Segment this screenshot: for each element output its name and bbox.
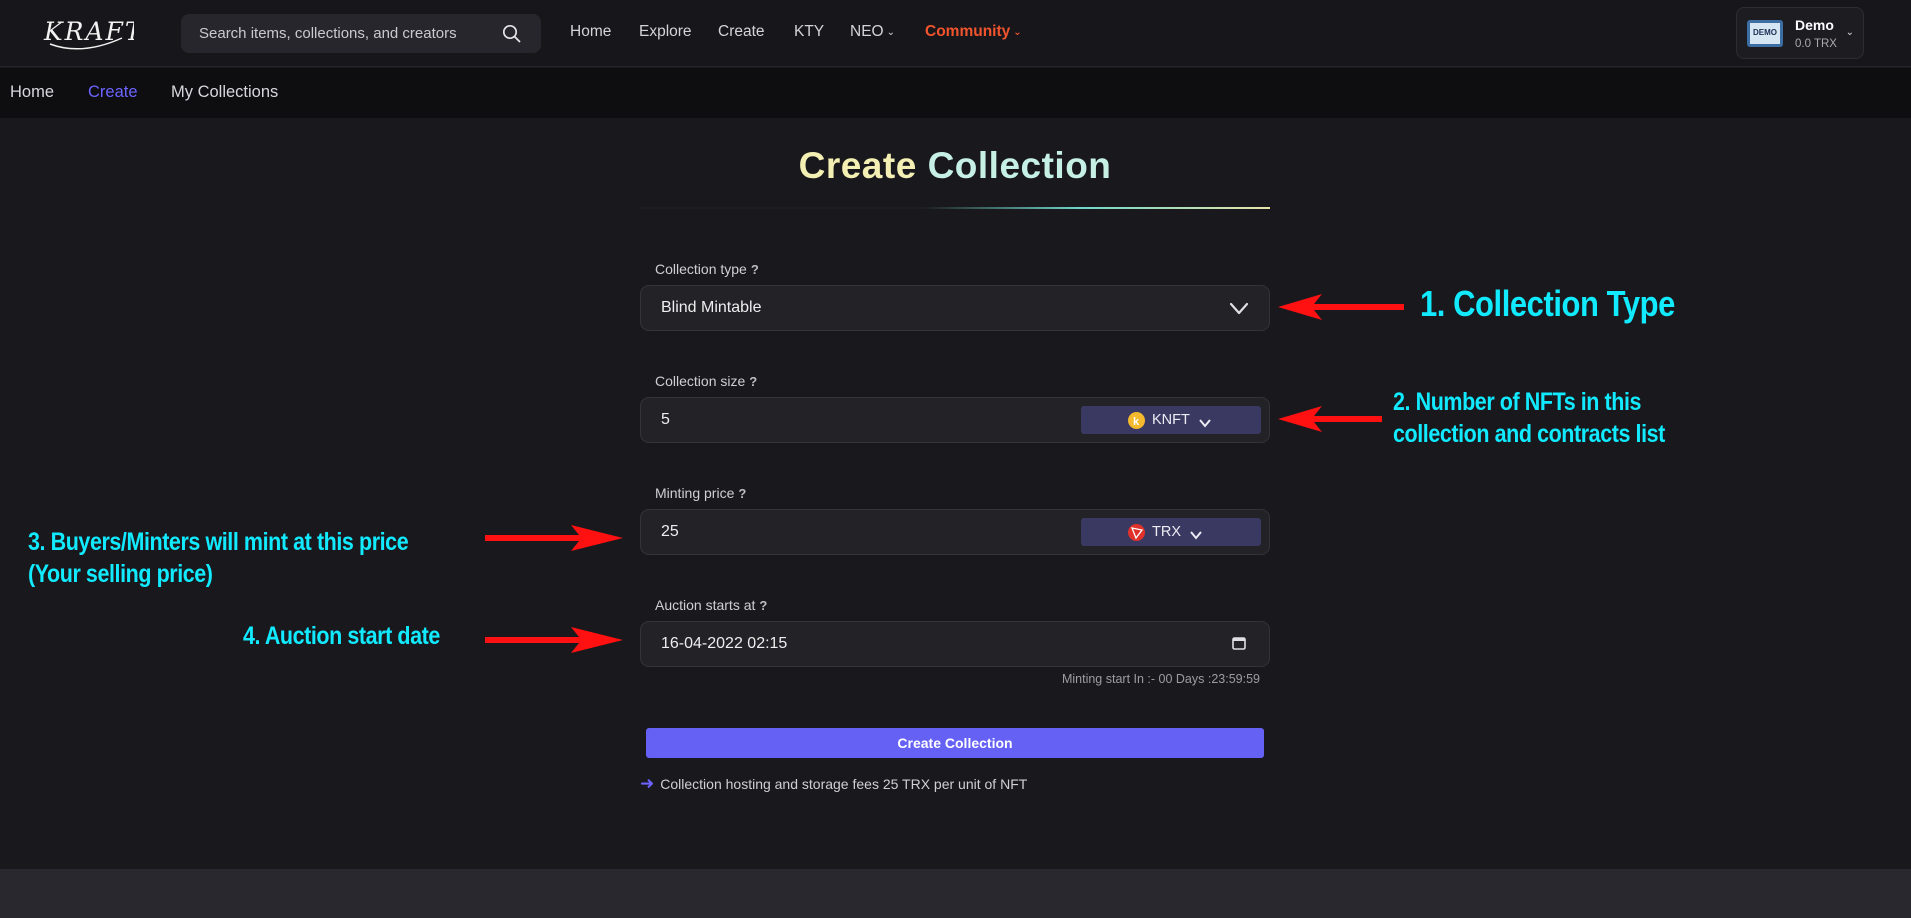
minting-price-label: Minting price? [655,485,746,501]
annotation-3-text: 3. Buyers/Minters will mint at this pric… [28,526,409,590]
collection-size-label: Collection size? [655,373,757,389]
auction-start-label: Auction starts at? [655,597,767,613]
nav-explore-link[interactable]: Explore [639,23,692,41]
chevron-down-icon [1229,298,1249,323]
minting-countdown: Minting start In :- 00 Days :23:59:59 [1061,672,1260,686]
nav-kty-link[interactable]: KTY [794,23,824,41]
help-icon[interactable]: ? [759,598,767,613]
search-icon[interactable] [502,24,521,48]
account-menu[interactable]: DEMO Demo 0.0 TRX ⌄ [1736,7,1864,59]
svg-text:KRAFTLY: KRAFTLY [43,17,134,46]
annotation-2-text: 2. Number of NFTs in this collection and… [1393,386,1665,450]
minting-price-input[interactable]: 25 TRX [640,509,1270,555]
account-balance: 0.0 TRX [1795,38,1837,50]
nav-home-link[interactable]: Home [570,23,611,41]
annotation-1-text: 1. Collection Type [1420,283,1675,324]
collection-type-value: Blind Mintable [661,299,762,316]
subnav-home[interactable]: Home [10,83,54,102]
trx-coin-icon [1128,524,1145,541]
search-bar [181,14,541,53]
nav-community-label: Community [925,23,1011,40]
account-name: Demo [1795,17,1834,33]
calendar-icon[interactable] [1231,635,1247,656]
annotation-arrow-3 [485,525,623,551]
fee-note: ➜ Collection hosting and storage fees 25 … [640,774,1027,794]
annotation-arrow-2 [1278,406,1382,432]
collection-type-select[interactable]: Blind Mintable [640,285,1270,331]
auction-start-label-text: Auction starts at [655,597,756,613]
annotation-3-line1: 3. Buyers/Minters will mint at this pric… [28,528,409,556]
title-divider [640,207,1270,209]
currency-select[interactable]: TRX [1081,518,1261,546]
avatar: DEMO [1747,20,1783,47]
help-icon[interactable]: ? [751,262,759,277]
chevron-down-icon [1199,415,1211,433]
nav-neo-dropdown[interactable]: NEO ⌄ [850,23,895,41]
token-label: KNFT [1152,412,1190,428]
page-title: Create Collection [640,145,1270,187]
auction-start-value: 16-04-2022 02:15 [661,635,788,652]
collection-size-value: 5 [661,411,670,428]
chevron-down-icon: ⌄ [1013,27,1022,38]
chevron-down-icon: ⌄ [886,27,895,38]
collection-size-label-text: Collection size [655,373,746,389]
kraftly-logo[interactable]: KRAFTLY [42,14,134,52]
search-input[interactable] [199,14,489,53]
nav-create-link[interactable]: Create [718,23,765,41]
token-select[interactable]: k KNFT [1081,406,1261,434]
nav-neo-label: NEO [850,23,884,40]
currency-label: TRX [1152,524,1181,540]
collection-size-input[interactable]: 5 k KNFT [640,397,1270,443]
svg-text:k: k [1133,416,1140,428]
arrow-right-icon: ➜ [640,774,655,793]
subnav-my-collections[interactable]: My Collections [171,83,278,102]
top-navbar: KRAFTLY Home Explore Create KTY NEO⌄ Com… [0,0,1911,67]
annotation-4-text: 4. Auction start date [243,622,440,650]
annotation-3-line2: (Your selling price) [28,560,213,588]
chevron-down-icon: ⌄ [1845,27,1854,38]
page-title-part2: Collection [927,145,1112,186]
annotation-arrow-4 [485,627,623,653]
create-collection-button[interactable]: Create Collection [646,728,1264,758]
help-icon[interactable]: ? [749,374,757,389]
minting-price-value: 25 [661,523,679,540]
collection-type-label: Collection type? [655,261,759,277]
minting-price-label-text: Minting price [655,485,735,501]
page-title-part1: Create [798,145,917,186]
annotation-2-line1: 2. Number of NFTs in this [1393,388,1642,416]
annotation-2-line2: collection and contracts list [1393,420,1665,448]
secondary-navbar: Home Create My Collections [0,68,1911,118]
nav-community-dropdown[interactable]: Community ⌄ [925,23,1022,41]
footer [0,869,1911,918]
help-icon[interactable]: ? [738,486,746,501]
auction-start-datetime-input[interactable]: 16-04-2022 02:15 [640,621,1270,667]
annotation-arrow-1 [1278,294,1404,320]
knft-coin-icon: k [1128,412,1145,429]
subnav-create[interactable]: Create [88,83,138,102]
collection-type-label-text: Collection type [655,261,747,277]
fee-note-text: Collection hosting and storage fees 25 T… [660,776,1028,792]
chevron-down-icon [1190,527,1202,545]
